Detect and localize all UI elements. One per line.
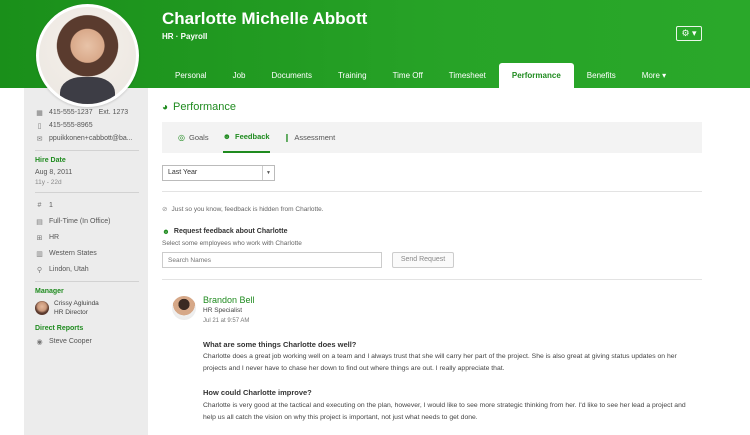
divider (35, 150, 139, 151)
manager-title: HR Director (54, 309, 88, 316)
feedback-author-avatar[interactable] (172, 296, 196, 320)
settings-gear-button[interactable]: ⚙ ▾ (676, 26, 702, 41)
feedback-question-1: What are some things Charlotte does well… (203, 340, 357, 349)
request-feedback-heading: ☻ Request feedback about Charlotte (162, 227, 287, 236)
subtab-assessment[interactable]: ❙ Assessment (284, 122, 336, 153)
send-request-button[interactable]: Send Request (392, 252, 454, 268)
employee-subtitle: HR · Payroll (162, 32, 208, 41)
people-icon: ☻ (222, 132, 231, 141)
performance-subtabs: ◎ Goals ☻ Feedback ❙ Assessment (162, 122, 702, 153)
period-select[interactable]: Last Year ▼ (162, 165, 275, 181)
email-row: ✉ ppuikkonen+cabbott@ba... (35, 132, 139, 145)
hash-icon: # (37, 202, 42, 209)
performance-gauge-icon: ◕ (162, 101, 169, 113)
department: HR (49, 234, 60, 241)
manager-label: Manager (35, 288, 64, 295)
employee-number: 1 (49, 202, 53, 209)
work-ext: Ext. 1273 (98, 109, 129, 116)
chevron-down-icon: ▼ (262, 166, 274, 180)
employee-name: Charlotte Michelle Abbott (162, 9, 368, 28)
tab-job[interactable]: Job (220, 63, 259, 88)
map-pin-icon: ⚲ (36, 266, 43, 274)
section-header: ◕ Performance (162, 101, 236, 113)
thermometer-icon: ❙ (283, 133, 291, 142)
tab-time-off[interactable]: Time Off (380, 63, 436, 88)
hire-date: Aug 8, 2011 (35, 168, 73, 176)
employment-status-row: ▤ Full-Time (In Office) (35, 215, 139, 228)
work-phone[interactable]: 415-555-1237 (49, 109, 93, 116)
direct-report-name[interactable]: Steve Cooper (49, 338, 92, 345)
tab-benefits[interactable]: Benefits (574, 63, 629, 88)
feedback-author-name[interactable]: Brandon Bell (203, 295, 255, 305)
divider (35, 192, 139, 193)
section-title: Performance (173, 101, 237, 113)
tab-more[interactable]: More ▾ (629, 63, 679, 88)
email-link[interactable]: ppuikkonen+cabbott@ba... (49, 135, 133, 142)
department-row: ⊞ HR (35, 231, 139, 244)
subtab-assessment-label: Assessment (294, 133, 336, 142)
tab-personal[interactable]: Personal (162, 63, 220, 88)
tab-training[interactable]: Training (325, 63, 380, 88)
clipboard-icon: ▤ (36, 218, 43, 226)
direct-reports-label: Direct Reports (35, 325, 84, 332)
tab-performance[interactable]: Performance (498, 63, 574, 88)
manager-card[interactable]: Crissy Agluinda HR Director (35, 299, 139, 317)
employee-number-row: # 1 (35, 199, 139, 212)
people-icon: ☻ (162, 227, 170, 236)
mobile-phone-row: ▯ 415-555-8965 (35, 119, 139, 132)
tab-documents[interactable]: Documents (258, 63, 324, 88)
location-row: ⚲ Lindon, Utah (35, 263, 139, 276)
hire-date-label: Hire Date (35, 157, 66, 164)
search-names-input[interactable] (162, 252, 382, 268)
org-chart-icon: ⊞ (36, 234, 43, 242)
feedback-question-2: How could Charlotte improve? (203, 388, 312, 397)
work-phone-row: ▦ 415-555-1237 Ext. 1273 (35, 106, 139, 119)
building-icon: ▥ (36, 250, 43, 258)
feedback-answer-1: Charlotte does a great job working well … (203, 353, 677, 372)
subtab-goals-label: Goals (188, 133, 209, 142)
office-phone-icon: ▦ (36, 109, 43, 117)
period-select-value: Last Year (168, 169, 198, 176)
employee-avatar[interactable] (36, 4, 139, 107)
manager-avatar (35, 301, 49, 315)
divider (162, 191, 702, 192)
employment-status: Full-Time (In Office) (49, 218, 111, 225)
subtab-goals[interactable]: ◎ Goals (178, 122, 209, 153)
tab-timesheet[interactable]: Timesheet (436, 63, 499, 88)
direct-report-row[interactable]: ◉ Steve Cooper (35, 335, 139, 348)
profile-tabs: Personal Job Documents Training Time Off… (162, 63, 679, 88)
email-icon: ✉ (36, 135, 43, 143)
location: Lindon, Utah (49, 266, 89, 273)
user-circle-icon: ◉ (36, 338, 43, 346)
feedback-date: Jul 21 at 9:57 AM (203, 318, 250, 324)
target-icon: ◎ (178, 133, 185, 142)
divider (162, 279, 702, 280)
division: Western States (49, 250, 97, 257)
feedback-answer-2: Charlotte is very good at the tactical a… (203, 402, 686, 421)
subtab-feedback[interactable]: ☻ Feedback (222, 122, 270, 153)
feedback-author-role: HR Specialist (203, 307, 243, 314)
employee-photo (39, 7, 136, 104)
request-subtext: Select some employees who work with Char… (162, 240, 302, 247)
division-row: ▥ Western States (35, 247, 139, 260)
mobile-phone-icon: ▯ (37, 122, 42, 130)
hidden-note-text: Just so you know, feedback is hidden fro… (171, 205, 324, 213)
manager-name[interactable]: Crissy Agluinda (54, 299, 99, 308)
tenure: 11y - 22d (35, 178, 62, 186)
hidden-feedback-note: ⊘ Just so you know, feedback is hidden f… (162, 205, 324, 214)
divider (35, 281, 139, 282)
eye-slash-icon: ⊘ (162, 206, 168, 213)
employee-sidebar: ▦ 415-555-1237 Ext. 1273 ▯ 415-555-8965 … (24, 88, 148, 435)
mobile-phone[interactable]: 415-555-8965 (49, 122, 93, 129)
subtab-feedback-label: Feedback (235, 132, 270, 141)
request-title-text: Request feedback about Charlotte (173, 228, 288, 235)
